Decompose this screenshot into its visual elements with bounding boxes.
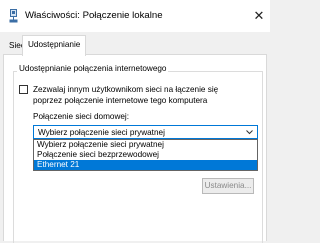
dropdown-option-ethernet[interactable]: Ethernet 21 (34, 160, 257, 170)
title-bar: Właściwości: Połączenie lokalne ✕ (0, 0, 270, 32)
allow-sharing-checkbox[interactable] (19, 85, 28, 94)
close-icon: ✕ (253, 8, 265, 23)
home-network-label: Połączenie sieci domowej: (33, 112, 130, 121)
groupbox-title: Udostępnianie połączenia internetowego (17, 64, 169, 73)
window-title: Właściwości: Połączenie lokalne (25, 10, 163, 21)
home-network-select[interactable]: Wybierz połączenie sieci prywatnej (33, 125, 258, 139)
dropdown-option-wireless[interactable]: Połączenie sieci bezprzewodowej (34, 150, 257, 160)
tab-sharing[interactable]: Udostępnianie (22, 35, 87, 56)
allow-sharing-label[interactable]: Zezwalaj innym użytkownikom sieci na łąc… (33, 84, 261, 106)
allow-sharing-label-line1: Zezwalaj innym użytkownikom sieci na łąc… (33, 85, 219, 94)
close-button[interactable]: ✕ (248, 0, 270, 32)
allow-sharing-label-line2: poprzez połączenie internetowe tego komp… (33, 96, 208, 105)
settings-button[interactable]: Ustawienia... (202, 178, 254, 194)
network-adapter-icon (9, 9, 18, 23)
home-network-dropdown-list: Wybierz połączenie sieci prywatnej Połąc… (33, 139, 258, 171)
dropdown-option-private[interactable]: Wybierz połączenie sieci prywatnej (34, 140, 257, 150)
chevron-down-icon[interactable] (246, 129, 253, 135)
select-value: Wybierz połączenie sieci prywatnej (38, 128, 165, 137)
tab-strip: Sieć Udostępnianie (0, 32, 270, 56)
